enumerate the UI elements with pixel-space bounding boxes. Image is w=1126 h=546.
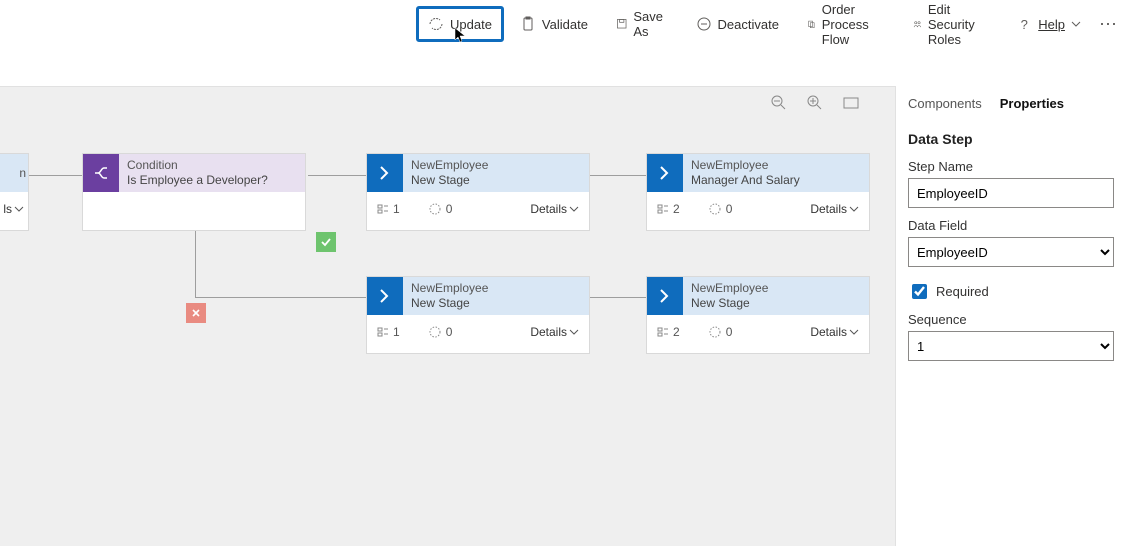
condition-icon (83, 154, 119, 192)
fit-canvas-icon[interactable] (842, 94, 860, 112)
trigger-count: 0 (428, 325, 453, 339)
stage-card-4[interactable]: NewEmployee New Stage 2 0 Details (646, 276, 870, 354)
stage2-subtitle: Manager And Salary (691, 173, 861, 188)
help-icon: ? (1016, 16, 1032, 32)
details-toggle[interactable]: Details (810, 325, 859, 339)
validate-label: Validate (542, 17, 588, 32)
order-label: Order Process Flow (822, 2, 885, 47)
edit-roles-label: Edit Security Roles (928, 2, 988, 47)
sequence-select[interactable]: 1 (908, 331, 1114, 361)
tab-properties[interactable]: Properties (1000, 94, 1064, 113)
deactivate-button[interactable]: Deactivate (686, 8, 789, 40)
condition-false-badge (186, 303, 206, 323)
stage-card-1[interactable]: NewEmployee New Stage 1 0 Details (366, 153, 590, 231)
stage-card-partial[interactable]: n ls (0, 153, 29, 231)
more-button[interactable]: ⋯ (1091, 14, 1126, 35)
details-toggle[interactable]: Details (530, 325, 579, 339)
condition-card[interactable]: Condition Is Employee a Developer? (82, 153, 306, 231)
connector (590, 297, 646, 298)
stage-card-2[interactable]: NewEmployee Manager And Salary 2 0 Detai… (646, 153, 870, 231)
help-button[interactable]: ? Help (1006, 8, 1091, 40)
connector (195, 297, 366, 298)
details-toggle[interactable]: Details (530, 202, 579, 216)
partial-text: n (7, 166, 26, 181)
refresh-icon (428, 16, 444, 32)
steps-count: 2 (657, 325, 680, 339)
stage3-subtitle: New Stage (411, 296, 581, 311)
chevron-down-icon (1071, 17, 1081, 32)
details-toggle[interactable]: Details (810, 202, 859, 216)
stage1-title: NewEmployee (411, 158, 581, 173)
connector (308, 175, 366, 176)
zoom-controls (770, 94, 860, 112)
stage-card-3[interactable]: NewEmployee New Stage 1 0 Details (366, 276, 590, 354)
required-checkbox[interactable] (912, 284, 927, 299)
step-name-input[interactable] (908, 178, 1114, 208)
properties-panel: Components Properties Data Step Step Nam… (895, 86, 1126, 546)
connector (590, 175, 646, 176)
validate-button[interactable]: Validate (510, 8, 598, 40)
zoom-out-icon[interactable] (770, 94, 788, 112)
condition-subtitle: Is Employee a Developer? (127, 173, 297, 188)
help-label: Help (1038, 17, 1065, 32)
trigger-count: 0 (708, 325, 733, 339)
stage-icon (647, 277, 683, 315)
save-icon (616, 16, 627, 32)
details-partial[interactable]: ls (3, 202, 24, 216)
data-field-label: Data Field (908, 218, 1114, 233)
zoom-in-icon[interactable] (806, 94, 824, 112)
toolbar: Update Validate Save As Deactivate Order… (0, 0, 1126, 48)
stage-icon (367, 154, 403, 192)
trigger-count: 0 (428, 202, 453, 216)
connector (195, 230, 196, 297)
deactivate-icon (696, 16, 712, 32)
deactivate-label: Deactivate (718, 17, 779, 32)
order-process-flow-button[interactable]: Order Process Flow (797, 8, 895, 40)
tab-components[interactable]: Components (908, 94, 982, 113)
step-name-label: Step Name (908, 159, 1114, 174)
stage4-title: NewEmployee (691, 281, 861, 296)
stage-icon (647, 154, 683, 192)
steps-count: 1 (377, 325, 400, 339)
mouse-cursor-icon (454, 27, 466, 43)
save-as-label: Save As (633, 9, 667, 39)
data-field-select[interactable]: EmployeeID (908, 237, 1114, 267)
stage4-subtitle: New Stage (691, 296, 861, 311)
steps-count: 2 (657, 202, 680, 216)
stage-icon (367, 277, 403, 315)
steps-count: 1 (377, 202, 400, 216)
process-flow-canvas[interactable]: n ls Condition Is Employee a Developer? (0, 86, 895, 546)
edit-security-roles-button[interactable]: Edit Security Roles (903, 8, 998, 40)
order-icon (807, 16, 816, 32)
condition-title: Condition (127, 158, 297, 173)
stage1-subtitle: New Stage (411, 173, 581, 188)
sequence-label: Sequence (908, 312, 1114, 327)
required-label: Required (936, 284, 989, 299)
save-as-button[interactable]: Save As (606, 8, 678, 40)
trigger-count: 0 (708, 202, 733, 216)
stage3-title: NewEmployee (411, 281, 581, 296)
section-title: Data Step (908, 131, 1114, 147)
roles-icon (913, 16, 922, 32)
condition-true-badge (316, 232, 336, 252)
clipboard-icon (520, 16, 536, 32)
stage2-title: NewEmployee (691, 158, 861, 173)
